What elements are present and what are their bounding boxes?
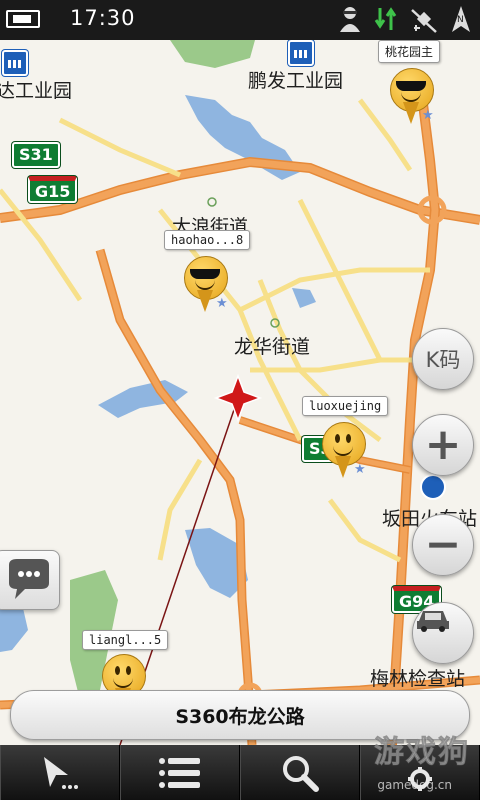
navigate-button[interactable] bbox=[0, 745, 120, 800]
navigate-icon bbox=[44, 756, 78, 789]
search-button[interactable] bbox=[240, 745, 360, 800]
factory-icon bbox=[2, 50, 28, 76]
battery-icon bbox=[6, 10, 40, 28]
search-icon bbox=[283, 755, 319, 792]
label-longhua-subdistrict: 龙华街道 bbox=[234, 336, 311, 358]
k-code-button[interactable]: K码 bbox=[412, 328, 474, 390]
chat-bubble-icon bbox=[9, 559, 49, 599]
road-shield-g15: G15 bbox=[28, 176, 78, 203]
zoom-in-button[interactable]: + bbox=[412, 414, 474, 476]
signal-icon: N bbox=[450, 4, 472, 40]
status-time: 17:30 bbox=[70, 6, 136, 30]
k-code-label: K码 bbox=[425, 348, 461, 372]
user-bubble-haohao[interactable]: haohao...8 bbox=[164, 230, 251, 250]
zoom-out-icon: − bbox=[424, 519, 462, 570]
chat-button[interactable] bbox=[0, 550, 60, 610]
map-view[interactable]: 达工业园 鹏发工业园 大浪街道 龙华街道 坂田火车站 梅林检查站 S31 G15… bbox=[0, 40, 480, 745]
current-road-name: S360布龙公路 bbox=[175, 705, 305, 728]
friend-pin-haohao[interactable]: ★ bbox=[184, 256, 228, 314]
traffic-button[interactable] bbox=[412, 602, 474, 664]
zoom-in-icon: + bbox=[424, 419, 462, 470]
user-bubble-luoxuejing[interactable]: luoxuejing bbox=[302, 396, 389, 416]
menu-list-icon bbox=[159, 757, 200, 788]
svg-text:N: N bbox=[457, 15, 464, 25]
status-bar: 17:30 N bbox=[0, 0, 480, 40]
data-sync-icon bbox=[374, 4, 398, 40]
friend-pin-luoxuejing[interactable]: ★ bbox=[322, 422, 366, 480]
menu-list-button[interactable] bbox=[120, 745, 240, 800]
user-bubble-taohuayuan[interactable]: 桃花园主 bbox=[378, 40, 441, 63]
zoom-out-button[interactable]: − bbox=[412, 514, 474, 576]
railway-station-icon bbox=[420, 474, 446, 500]
watermark-site: gamedog.cn bbox=[377, 778, 452, 792]
factory-icon bbox=[288, 40, 314, 66]
user-bubble-liangl[interactable]: liangl...5 bbox=[82, 630, 169, 650]
label-industrial-park-left: 达工业园 bbox=[0, 80, 73, 102]
watermark-brand: 游戏狗 bbox=[374, 735, 470, 771]
map-canvas bbox=[0, 40, 480, 745]
friend-pin-taohuayuan[interactable]: ★ bbox=[390, 68, 434, 126]
label-pengfa-industrial-park: 鹏发工业园 bbox=[248, 70, 344, 92]
profile-icon bbox=[338, 4, 362, 40]
label-meilin-checkpoint: 梅林检查站 bbox=[370, 668, 466, 690]
gps-off-icon bbox=[410, 4, 438, 40]
car-icon bbox=[417, 611, 449, 632]
status-icons: N bbox=[338, 4, 472, 40]
road-shield-s31: S31 bbox=[12, 142, 60, 168]
